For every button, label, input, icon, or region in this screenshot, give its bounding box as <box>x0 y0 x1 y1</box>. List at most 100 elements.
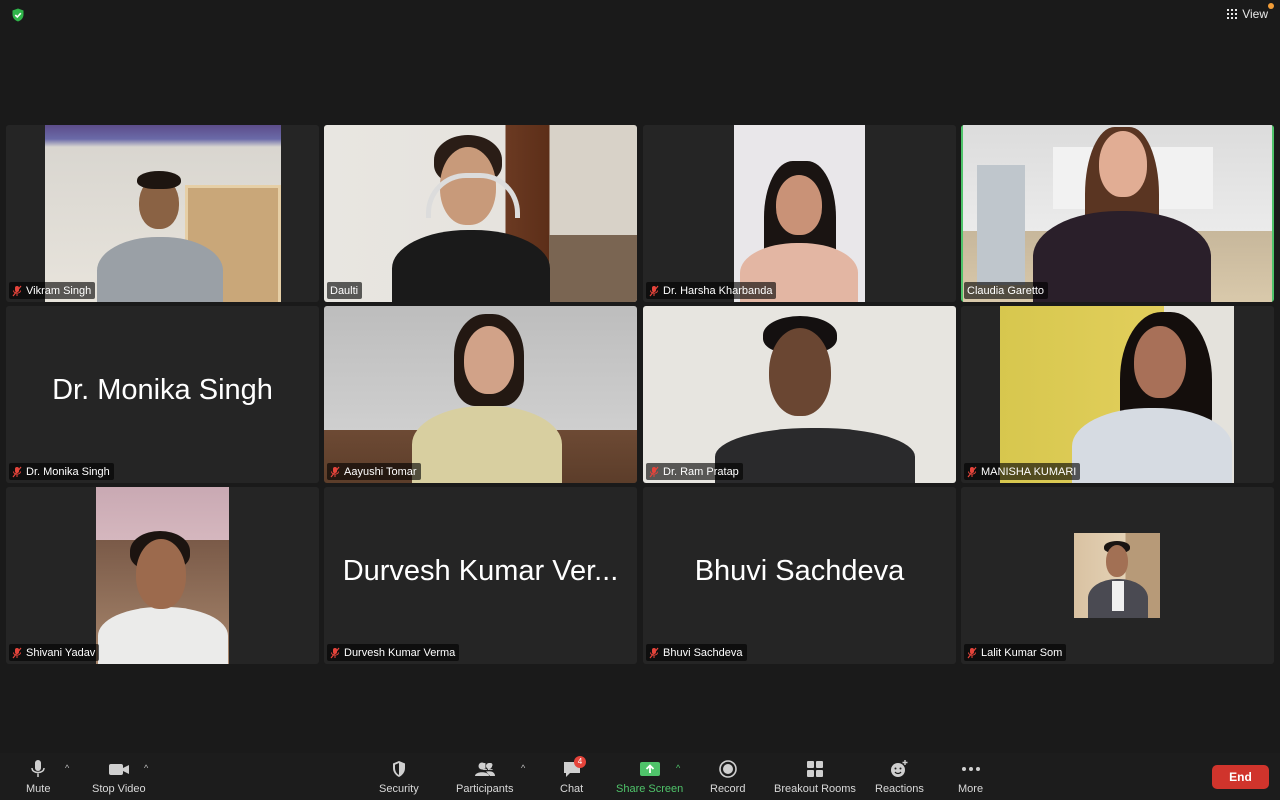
person-body <box>97 237 223 302</box>
participant-tile-manisha-kumari[interactable]: MANISHA KUMARI <box>961 306 1274 483</box>
participant-name-tag: Lalit Kumar Som <box>964 644 1067 661</box>
person-head <box>1099 131 1147 197</box>
participant-tile-dr-monika-singh[interactable]: Dr. Monika Singh Dr. Monika Singh <box>6 306 319 483</box>
participant-name-tag: Dr. Harsha Kharbanda <box>646 282 777 299</box>
security-shield-icon <box>392 761 405 777</box>
more-dots-icon <box>961 767 980 771</box>
person-body <box>412 406 562 483</box>
video-camera-icon <box>108 764 129 775</box>
participant-tile-aayushi-tomar[interactable]: Aayushi Tomar <box>324 306 637 483</box>
view-label: View <box>1242 7 1268 21</box>
participants-options-chevron-icon[interactable]: ^ <box>521 763 525 773</box>
stop-video-button[interactable]: Stop Video <box>92 759 146 795</box>
video-feed <box>96 487 229 664</box>
participant-tile-shivani-yadav[interactable]: Shivani Yadav <box>6 487 319 664</box>
muted-mic-icon <box>330 466 340 477</box>
muted-mic-icon <box>967 466 977 477</box>
participants-count: 12 <box>482 762 494 773</box>
participant-tile-dr-ram-pratap[interactable]: Dr. Ram Pratap <box>643 306 956 483</box>
participant-display-name: Dr. Monika Singh <box>52 374 273 406</box>
security-button[interactable]: Security <box>379 759 419 795</box>
muted-mic-icon <box>649 647 659 658</box>
participant-name-tag: Shivani Yadav <box>9 644 100 661</box>
meeting-controls-toolbar: Mute ^ Stop Video ^ Security 12 Particip… <box>0 753 1280 800</box>
security-label: Security <box>379 783 419 795</box>
person-head <box>136 539 186 609</box>
muted-mic-icon <box>967 647 977 658</box>
participant-name: Durvesh Kumar Verma <box>344 646 456 659</box>
breakout-rooms-button[interactable]: Breakout Rooms <box>774 759 856 795</box>
person-head <box>776 175 822 235</box>
participants-label: Participants <box>456 783 514 795</box>
participant-tile-vikram-singh[interactable]: Vikram Singh <box>6 125 319 302</box>
participant-tile-lalit-kumar-som[interactable]: Lalit Kumar Som <box>961 487 1274 664</box>
person-body <box>98 607 228 664</box>
notification-dot <box>1268 3 1274 9</box>
muted-mic-icon <box>12 466 22 477</box>
more-button[interactable]: More <box>958 759 983 795</box>
participant-tile-claudia-garetto[interactable]: Claudia Garetto <box>961 125 1274 302</box>
participant-name-tag: Dr. Ram Pratap <box>646 463 743 480</box>
participant-tile-dr-harsha-kharbanda[interactable]: Dr. Harsha Kharbanda <box>643 125 956 302</box>
video-feed <box>734 125 865 302</box>
participant-name: Claudia Garetto <box>967 284 1045 297</box>
video-feed <box>963 125 1272 302</box>
person-head <box>464 326 514 394</box>
participant-display-name: Durvesh Kumar Ver... <box>342 555 619 587</box>
participant-name-tag: Dr. Monika Singh <box>9 463 114 480</box>
participant-name: MANISHA KUMARI <box>981 465 1077 478</box>
participant-name-tag: Bhuvi Sachdeva <box>646 644 747 661</box>
participant-display-name: Bhuvi Sachdeva <box>694 555 905 587</box>
participant-name: Dr. Harsha Kharbanda <box>663 284 773 297</box>
view-button[interactable]: View <box>1227 3 1274 21</box>
participant-name: Shivani Yadav <box>26 646 96 659</box>
end-meeting-button[interactable]: End <box>1212 765 1269 789</box>
mute-button[interactable]: Mute <box>26 759 50 795</box>
share-screen-button[interactable]: Share Screen <box>616 759 683 795</box>
participant-tile-bhuvi-sachdeva[interactable]: Bhuvi Sachdeva Bhuvi Sachdeva <box>643 487 956 664</box>
meeting-top-bar: View <box>0 0 1280 30</box>
person-body <box>392 230 550 302</box>
reactions-button[interactable]: Reactions <box>875 759 924 795</box>
chat-unread-badge: 4 <box>574 756 586 768</box>
grid-view-icon <box>1227 9 1238 19</box>
shirt <box>1112 581 1124 611</box>
person-head <box>1134 326 1186 398</box>
person-body <box>1033 211 1211 302</box>
participant-name: Lalit Kumar Som <box>981 646 1063 659</box>
sofa-background <box>549 235 637 302</box>
muted-mic-icon <box>12 647 22 658</box>
end-label: End <box>1229 770 1252 784</box>
participant-name-tag: Aayushi Tomar <box>327 463 421 480</box>
video-feed <box>1074 533 1160 618</box>
chat-button[interactable]: 4 Chat <box>560 756 586 795</box>
record-button[interactable]: Record <box>710 759 745 795</box>
person-body <box>1072 408 1232 483</box>
participant-name-tag: Daulti <box>327 282 363 299</box>
more-label: More <box>958 783 984 795</box>
participant-name: Vikram Singh <box>26 284 92 297</box>
video-feed <box>45 125 281 302</box>
record-label: Record <box>710 783 746 795</box>
audio-options-chevron-icon[interactable]: ^ <box>65 763 69 773</box>
share-screen-label: Share Screen <box>616 783 684 795</box>
person-hair <box>137 171 181 189</box>
participant-name: Dr. Monika Singh <box>26 465 110 478</box>
mute-label: Mute <box>26 783 51 795</box>
participant-tile-daulti[interactable]: Daulti <box>324 125 637 302</box>
encryption-shield-icon[interactable] <box>11 8 25 22</box>
participant-name: Bhuvi Sachdeva <box>663 646 743 659</box>
muted-mic-icon <box>12 285 22 296</box>
participant-name-tag: Vikram Singh <box>9 282 96 299</box>
chat-label: Chat <box>560 783 584 795</box>
participants-button[interactable]: 12 Participants <box>456 759 513 795</box>
share-options-chevron-icon[interactable]: ^ <box>676 763 680 773</box>
participant-tile-durvesh-kumar-verma[interactable]: Durvesh Kumar Ver... Durvesh Kumar Verma <box>324 487 637 664</box>
breakout-rooms-icon <box>806 761 823 777</box>
smiley-plus-icon <box>891 760 908 777</box>
microphone-icon <box>31 760 45 777</box>
person-head <box>1106 545 1128 577</box>
video-feed <box>324 125 637 302</box>
video-options-chevron-icon[interactable]: ^ <box>144 763 148 773</box>
muted-mic-icon <box>649 466 659 477</box>
